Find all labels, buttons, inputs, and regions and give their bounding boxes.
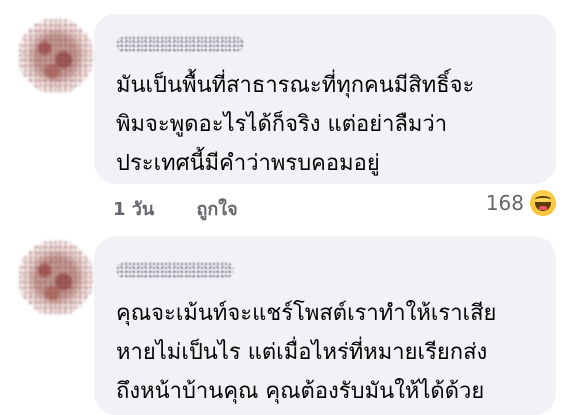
comment-text-line: พิมจะพูดอะไรได้ก็จริง แต่อย่าลืมว่า [116,112,448,137]
comment-text-line: มันเป็นพื้นที่สาธารณะที่ทุกคนมีสิทธิ์จะ [116,73,475,98]
comment-text-line: หายไม่เป็นไร แต่เมื่อไหร่ที่หมายเรียกส่ง [116,340,488,365]
comment-text-line: ถึงหน้าบ้านคุณ คุณต้องรับมันให้ได้ด้วย [116,379,485,404]
comment-text-line: คุณจะเม้นท์จะแชร์โพสต์เราทำให้เราเสีย [116,301,497,326]
comment-actions: 1 วัน ถูกใจ [113,194,238,223]
comment-text-line: ประเทศนี้มีคำว่าพรบคอมอยู่ [116,151,380,176]
reaction-summary[interactable]: 168 [486,190,556,216]
comment-timestamp[interactable]: 1 วัน [113,194,154,223]
comment-bubble: มันเป็นพื้นที่สาธารณะที่ทุกคนมีสิทธิ์จะ … [94,14,556,184]
reaction-count: 168 [485,191,524,215]
commenter-name-redacted[interactable] [116,36,244,52]
commenter-name-redacted[interactable] [116,262,234,278]
like-button[interactable]: ถูกใจ [196,194,237,223]
commenter-avatar[interactable] [18,18,94,94]
comment-bubble: คุณจะเม้นท์จะแชร์โพสต์เราทำให้เราเสีย หา… [94,236,556,415]
commenter-avatar[interactable] [18,240,94,316]
haha-icon [530,190,556,216]
